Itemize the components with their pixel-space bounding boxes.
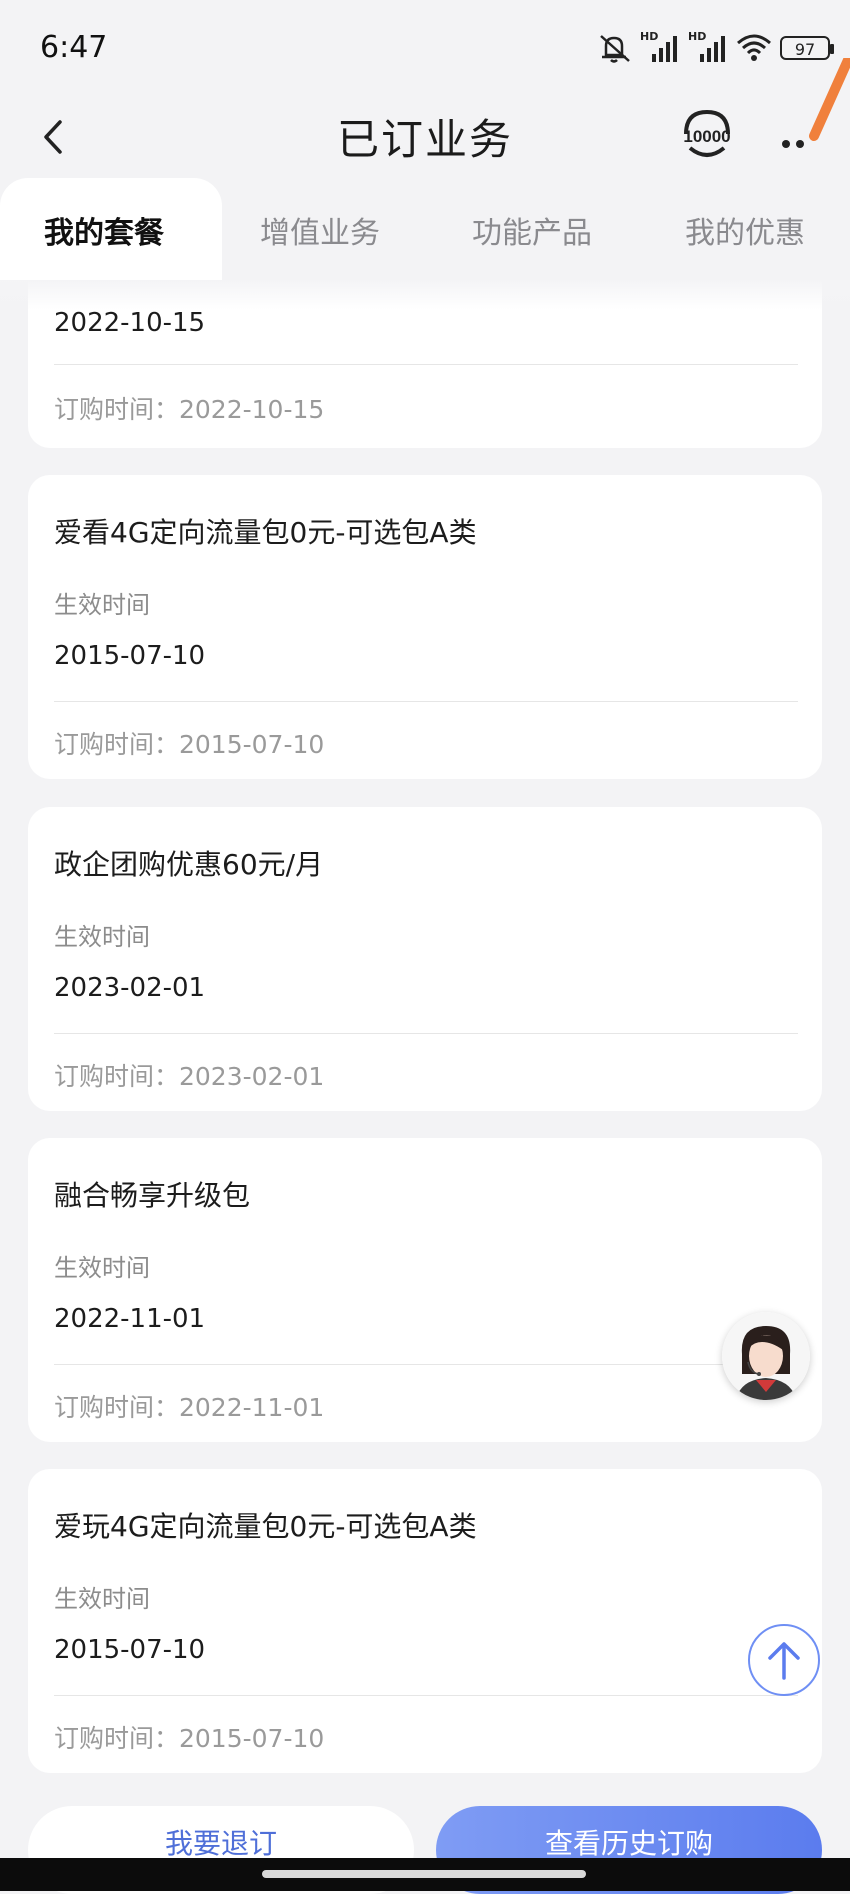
- battery-icon: 97: [780, 36, 834, 60]
- home-indicator[interactable]: [262, 1870, 586, 1878]
- divider: [54, 364, 798, 365]
- order-time: 订购时间：2015-07-10: [54, 730, 325, 759]
- tab-bar: 我的套餐 增值业务 功能产品 我的优惠: [0, 178, 850, 282]
- mute-icon: [600, 35, 630, 63]
- effective-label: 生效时间: [54, 1254, 150, 1282]
- status-time: 6:47: [40, 30, 108, 65]
- arrow-up-icon: [768, 1642, 800, 1680]
- divider: [54, 1695, 798, 1696]
- divider: [54, 1033, 798, 1034]
- hotline-icon[interactable]: 10000: [678, 106, 736, 164]
- effective-date: 2015-07-10: [54, 641, 206, 671]
- effective-label: 生效时间: [54, 591, 150, 619]
- effective-label: 生效时间: [54, 923, 150, 951]
- signal-icon-2: HD: [688, 30, 728, 64]
- order-time: 订购时间：2022-11-01: [54, 1393, 325, 1422]
- hotline-number: 10000: [683, 127, 730, 146]
- order-time: 订购时间：2022-10-15: [54, 395, 325, 424]
- package-name: 融合畅享升级包: [54, 1179, 251, 1212]
- tab-my-discounts[interactable]: 我的优惠: [685, 208, 805, 252]
- status-icons: HD HD 97: [598, 30, 834, 66]
- status-bar: 6:47 HD HD 97: [0, 0, 850, 98]
- tab-value-added[interactable]: 增值业务: [260, 208, 380, 252]
- scroll-fade: [0, 280, 850, 310]
- signal-icon-1: HD: [640, 30, 680, 64]
- system-navigation-bar: [0, 1858, 850, 1891]
- annotation-stroke: [809, 58, 850, 141]
- package-name: 政企团购优惠60元/月: [54, 848, 324, 881]
- effective-date: 2023-02-01: [54, 973, 206, 1003]
- effective-date: 2015-07-10: [54, 1635, 206, 1665]
- customer-service-avatar[interactable]: [722, 1312, 810, 1400]
- tab-function-products[interactable]: 功能产品: [472, 208, 592, 252]
- wifi-icon: [737, 34, 771, 61]
- tab-my-package[interactable]: 我的套餐: [44, 208, 164, 252]
- package-name: 爱玩4G定向流量包0元-可选包A类: [54, 1510, 477, 1543]
- scroll-to-top-button[interactable]: [748, 1624, 820, 1696]
- bottom-action-bar: 我要退订 查看历史订购: [0, 1806, 850, 1894]
- order-time: 订购时间：2015-07-10: [54, 1724, 325, 1753]
- effective-date: 2022-10-15: [54, 308, 206, 338]
- package-card: 爱看4G定向流量包0元-可选包A类 生效时间 2015-07-10 订购时间：2…: [28, 475, 822, 779]
- package-name: 爱看4G定向流量包0元-可选包A类: [54, 516, 477, 549]
- divider: [54, 1364, 798, 1365]
- effective-label: 生效时间: [54, 1585, 150, 1613]
- effective-date: 2022-11-01: [54, 1304, 206, 1334]
- package-card: 融合畅享升级包 生效时间 2022-11-01 订购时间：2022-11-01: [28, 1138, 822, 1442]
- package-card: 爱玩4G定向流量包0元-可选包A类 生效时间 2015-07-10 订购时间：2…: [28, 1469, 822, 1773]
- divider: [54, 701, 798, 702]
- nav-bar: 已订业务 10000: [0, 58, 850, 180]
- order-time: 订购时间：2023-02-01: [54, 1062, 325, 1091]
- package-card: 政企团购优惠60元/月 生效时间 2023-02-01 订购时间：2023-02…: [28, 807, 822, 1111]
